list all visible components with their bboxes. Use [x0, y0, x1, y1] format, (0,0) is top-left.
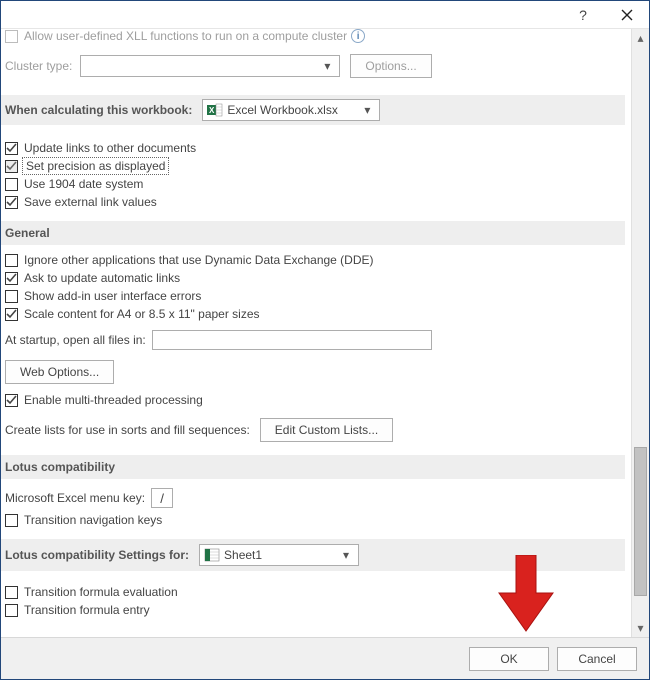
close-button[interactable] [605, 1, 649, 29]
menu-key-row: Microsoft Excel menu key: [1, 485, 625, 511]
excel-workbook-icon: X [207, 102, 223, 118]
ok-button[interactable]: OK [469, 647, 549, 671]
enable-mt-checkbox[interactable]: Enable multi-threaded processing [1, 391, 625, 409]
scroll-track[interactable] [632, 47, 649, 619]
checkbox-icon [5, 30, 18, 43]
lotus-settings-label: Lotus compatibility Settings for: [5, 548, 189, 562]
help-button[interactable]: ? [561, 1, 605, 29]
precision-checkbox[interactable]: Set precision as displayed [1, 157, 625, 175]
lotus-sheet-select[interactable]: Sheet1 ▾ [199, 544, 359, 566]
checkbox-icon [5, 160, 18, 173]
formula-entry-checkbox[interactable]: Transition formula entry [1, 601, 625, 619]
checkbox-icon [5, 142, 18, 155]
menu-key-input[interactable] [151, 488, 173, 508]
calc-workbook-select[interactable]: X Excel Workbook.xlsx ▾ [202, 99, 380, 121]
menu-key-label: Microsoft Excel menu key: [5, 491, 145, 505]
enable-mt-label: Enable multi-threaded processing [24, 393, 203, 407]
chevron-down-icon: ▾ [319, 56, 335, 76]
calc-workbook-label: When calculating this workbook: [5, 103, 192, 117]
cluster-type-label: Cluster type: [5, 59, 72, 73]
chevron-down-icon: ▾ [338, 545, 354, 565]
transition-nav-checkbox[interactable]: Transition navigation keys [1, 511, 625, 529]
addin-errors-checkbox[interactable]: Show add-in user interface errors [1, 287, 625, 305]
custom-lists-row: Create lists for use in sorts and fill s… [1, 415, 625, 445]
date1904-label: Use 1904 date system [24, 177, 143, 191]
web-options-row: Web Options... [1, 357, 625, 387]
checkbox-icon [5, 308, 18, 321]
addin-errors-label: Show add-in user interface errors [24, 289, 201, 303]
checkbox-icon [5, 196, 18, 209]
excel-sheet-icon [204, 547, 220, 563]
svg-text:X: X [209, 106, 215, 115]
cluster-type-row: Cluster type: ▾ Options... [1, 51, 625, 81]
lotus-header: Lotus compatibility [1, 455, 625, 479]
scroll-viewport: Allow user-defined XLL functions to run … [1, 29, 631, 637]
scroll-up-icon[interactable]: ▴ [632, 29, 649, 47]
precision-label: Set precision as displayed [24, 159, 167, 173]
ask-update-label: Ask to update automatic links [24, 271, 180, 285]
startup-input[interactable] [152, 330, 432, 350]
content-pane: Allow user-defined XLL functions to run … [1, 29, 649, 637]
cancel-button[interactable]: Cancel [557, 647, 637, 671]
options-dialog-window: ? Allow user-defined XLL functions to ru… [0, 0, 650, 680]
close-icon [621, 9, 633, 21]
startup-row: At startup, open all files in: [1, 327, 625, 353]
scale-content-checkbox[interactable]: Scale content for A4 or 8.5 x 11" paper … [1, 305, 625, 323]
checkbox-icon [5, 604, 18, 617]
dialog-footer: OK Cancel [1, 637, 649, 679]
date1904-checkbox[interactable]: Use 1904 date system [1, 175, 625, 193]
scale-content-label: Scale content for A4 or 8.5 x 11" paper … [24, 307, 260, 321]
formula-entry-label: Transition formula entry [24, 603, 150, 617]
lotus-settings-header: Lotus compatibility Settings for: Sheet1… [1, 539, 625, 571]
checkbox-icon [5, 514, 18, 527]
update-links-checkbox[interactable]: Update links to other documents [1, 139, 625, 157]
chevron-down-icon: ▾ [359, 100, 375, 120]
ask-update-checkbox[interactable]: Ask to update automatic links [1, 269, 625, 287]
calc-workbook-value: Excel Workbook.xlsx [227, 103, 337, 117]
titlebar: ? [1, 1, 649, 29]
scroll-thumb[interactable] [634, 447, 647, 596]
create-lists-label: Create lists for use in sorts and fill s… [5, 423, 250, 437]
lotus-sheet-value: Sheet1 [224, 548, 262, 562]
checkbox-icon [5, 394, 18, 407]
general-header: General [1, 221, 625, 245]
info-icon[interactable]: i [351, 29, 365, 43]
formula-eval-checkbox[interactable]: Transition formula evaluation [1, 583, 625, 601]
startup-label: At startup, open all files in: [5, 333, 146, 347]
save-external-label: Save external link values [24, 195, 157, 209]
checkbox-icon [5, 290, 18, 303]
ignore-dde-label: Ignore other applications that use Dynam… [24, 253, 374, 267]
vertical-scrollbar[interactable]: ▴ ▾ [631, 29, 649, 637]
xll-cluster-checkbox-row: Allow user-defined XLL functions to run … [1, 29, 625, 45]
transition-nav-label: Transition navigation keys [24, 513, 162, 527]
formula-eval-label: Transition formula evaluation [24, 585, 178, 599]
checkbox-icon [5, 178, 18, 191]
checkbox-icon [5, 586, 18, 599]
checkbox-icon [5, 272, 18, 285]
web-options-button[interactable]: Web Options... [5, 360, 114, 384]
scroll-down-icon[interactable]: ▾ [632, 619, 649, 637]
calc-workbook-header: When calculating this workbook: X Excel … [1, 95, 625, 125]
cluster-type-select[interactable]: ▾ [80, 55, 340, 77]
xll-cluster-label: Allow user-defined XLL functions to run … [24, 29, 347, 43]
update-links-label: Update links to other documents [24, 141, 196, 155]
save-external-checkbox[interactable]: Save external link values [1, 193, 625, 211]
checkbox-icon [5, 254, 18, 267]
ignore-dde-checkbox[interactable]: Ignore other applications that use Dynam… [1, 251, 625, 269]
edit-custom-lists-button[interactable]: Edit Custom Lists... [260, 418, 393, 442]
cluster-options-button[interactable]: Options... [350, 54, 431, 78]
